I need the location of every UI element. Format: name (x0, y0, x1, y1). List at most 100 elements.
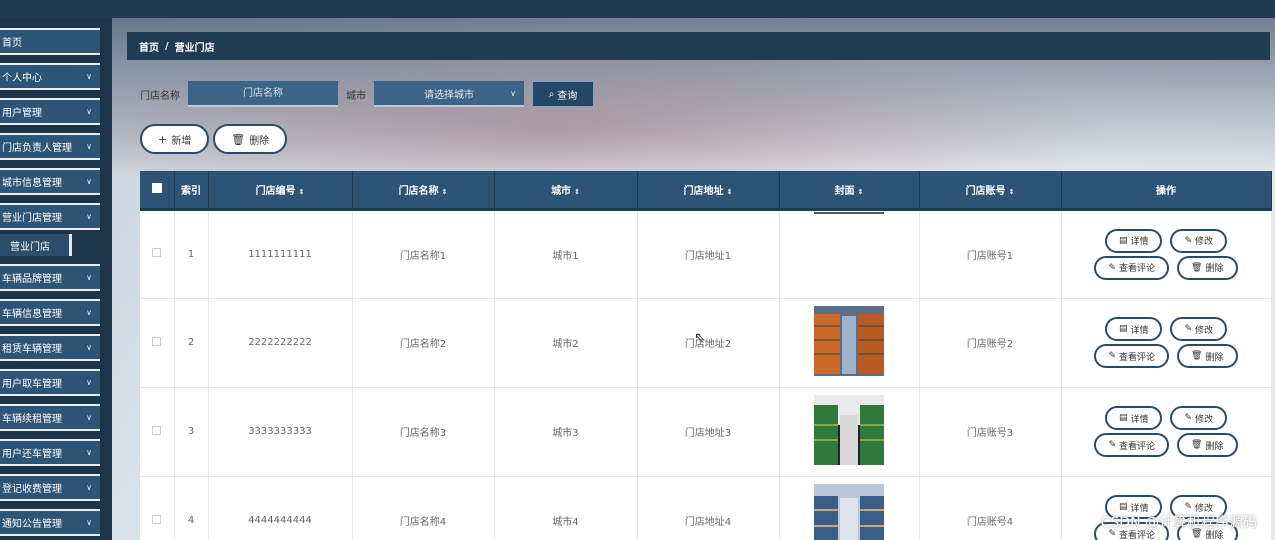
delete-button[interactable]: 🗑 删除 (213, 124, 288, 154)
cell-account: 门店账号2 (919, 298, 1062, 388)
cell-code: 1111111111 (208, 209, 353, 299)
table-row: 3 3333333333 门店名称3 城市3 门店地址3 门店账号3 ▤ 详情 ✎ 修改 ✎ 查看评论… (140, 387, 1272, 477)
sidebar-item-stores[interactable]: 营业门店管理 ∨ (0, 203, 100, 230)
sidebar-item-renewal[interactable]: 车辆续租管理 ∨ (0, 404, 100, 431)
cell-address: 门店地址3 (637, 387, 780, 477)
header-code[interactable]: 门店编号 ⇕ (208, 171, 353, 211)
chevron-down-icon: ∨ (86, 483, 92, 492)
pencil-icon: ✎ (1108, 440, 1117, 450)
checkbox[interactable] (151, 182, 162, 193)
sidebar-item-fees[interactable]: 登记收费管理 ∨ (0, 474, 100, 501)
cell-cover (779, 209, 920, 299)
mouse-cursor-icon: ⇖ (694, 330, 706, 346)
sidebar-item-brands[interactable]: 车辆品牌管理 ∨ (0, 264, 100, 291)
detail-button[interactable]: ▤ 详情 (1104, 406, 1163, 430)
row-select[interactable] (140, 476, 175, 540)
row-delete-button[interactable]: 🗑 删除 (1177, 255, 1238, 280)
sidebar-item-pickup[interactable]: 用户取车管理 ∨ (0, 369, 100, 396)
checkbox[interactable] (152, 336, 162, 346)
row-select[interactable] (140, 298, 175, 388)
row-delete-button[interactable]: 🗑 删除 (1177, 344, 1238, 368)
detail-button[interactable]: ▤ 详情 (1104, 228, 1163, 253)
sort-icon[interactable]: ⇕ (727, 188, 733, 196)
cover-image (814, 211, 884, 282)
view-comments-button-label: 查看评论 (1119, 352, 1156, 363)
sidebar-item-label: 首页 (2, 38, 22, 49)
cell-ops: ▤ 详情 ✎ 修改 ✎ 查看评论 🗑 删除 (1061, 387, 1272, 477)
search-icon: ⌕ (548, 88, 555, 100)
header-label: 索引 (181, 185, 201, 197)
chevron-down-icon: ∨ (86, 343, 92, 352)
header-cover[interactable]: 封面 ⇕ (779, 171, 920, 211)
sidebar-item-notices[interactable]: 通知公告管理 ∨ (0, 509, 100, 536)
document-icon: ▤ (1118, 324, 1128, 334)
chevron-down-icon: ∨ (86, 107, 92, 116)
add-button[interactable]: + 新增 (140, 124, 210, 154)
store-name-input[interactable] (188, 81, 338, 107)
edit-button[interactable]: ✎ 修改 (1170, 228, 1228, 253)
pencil-icon: ✎ (1184, 502, 1193, 512)
detail-button-label: 详情 (1130, 414, 1149, 425)
cell-code: 2222222222 (208, 298, 353, 388)
edit-button[interactable]: ✎ 修改 (1170, 406, 1228, 430)
cover-image (814, 395, 884, 468)
cell-city: 城市4 (494, 476, 638, 540)
sidebar-item-return[interactable]: 用户还车管理 ∨ (0, 439, 100, 466)
cell-cover (779, 476, 920, 540)
checkbox[interactable] (152, 248, 162, 257)
sort-icon[interactable]: ⇕ (1009, 188, 1015, 196)
sidebar-item-rental-vehicles[interactable]: 租赁车辆管理 ∨ (0, 334, 100, 361)
sidebar-item-label: 城市信息管理 (2, 178, 62, 189)
sidebar-item-label: 登记收费管理 (2, 484, 62, 495)
edit-button-label: 修改 (1195, 414, 1214, 425)
header-city[interactable]: 城市 ⇕ (494, 171, 638, 211)
cell-cover (779, 298, 920, 388)
detail-button-label: 详情 (1130, 237, 1149, 247)
breadcrumb-home[interactable]: 首页 (139, 39, 159, 54)
header-label: 封面 (834, 185, 855, 197)
sort-icon[interactable]: ⇕ (442, 188, 448, 196)
document-icon: ▤ (1118, 235, 1128, 246)
detail-button[interactable]: ▤ 详情 (1104, 317, 1163, 341)
sidebar-item-personal-center[interactable]: 个人中心 ∨ (0, 63, 100, 90)
city-label: 城市 (346, 90, 366, 102)
cell-name: 门店名称4 (352, 476, 495, 540)
cell-name: 门店名称2 (352, 298, 495, 388)
sidebar-item-store-managers[interactable]: 门店负责人管理 ∨ (0, 133, 100, 160)
sidebar-item-users[interactable]: 用户管理 ∨ (0, 98, 100, 125)
checkbox[interactable] (152, 425, 162, 435)
query-button-label: 查询 (557, 90, 578, 102)
view-comments-button-label: 查看评论 (1119, 441, 1156, 452)
city-select[interactable]: 请选择城市 ∨ (374, 81, 524, 107)
header-label: 门店地址 (683, 185, 724, 197)
row-select[interactable] (140, 387, 175, 477)
header-address[interactable]: 门店地址 ⇕ (637, 171, 780, 211)
row-delete-button-label: 删除 (1205, 441, 1224, 452)
header-account[interactable]: 门店账号 ⇕ (919, 171, 1062, 211)
edit-button[interactable]: ✎ 修改 (1170, 317, 1228, 341)
sort-icon[interactable]: ⇕ (574, 188, 580, 196)
sidebar-item-vehicles[interactable]: 车辆信息管理 ∨ (0, 299, 100, 326)
view-comments-button[interactable]: ✎ 查看评论 (1094, 433, 1170, 457)
header-select-all[interactable] (140, 171, 175, 211)
query-button[interactable]: ⌕ 查询 (532, 81, 594, 107)
sidebar-item-cities[interactable]: 城市信息管理 ∨ (0, 168, 100, 195)
view-comments-button[interactable]: ✎ 查看评论 (1094, 344, 1170, 368)
cell-city: 城市3 (494, 387, 638, 477)
row-delete-button[interactable]: 🗑 删除 (1177, 433, 1238, 457)
row-select[interactable] (140, 209, 175, 299)
sidebar-item-home[interactable]: 首页 (0, 28, 100, 55)
main-content: 首页 / 营业门店 门店名称 城市 请选择城市 ∨ ⌕ 查询 + 新增 🗑 删除 (112, 18, 1275, 540)
watermark: CSDN @计算机程序源码 (1100, 515, 1257, 531)
sidebar-subitem-stores[interactable]: 营业门店 (0, 234, 72, 256)
trash-icon: 🗑 (1191, 262, 1203, 273)
view-comments-button-label: 查看评论 (1119, 264, 1156, 274)
sort-icon[interactable]: ⇕ (858, 188, 864, 196)
chevron-down-icon: ∨ (86, 142, 92, 151)
chevron-down-icon: ∨ (86, 518, 92, 527)
view-comments-button[interactable]: ✎ 查看评论 (1094, 255, 1170, 280)
sort-icon[interactable]: ⇕ (299, 188, 305, 196)
header-name[interactable]: 门店名称 ⇕ (352, 171, 495, 211)
checkbox[interactable] (152, 514, 162, 524)
sidebar-item-label: 租赁车辆管理 (2, 344, 62, 355)
